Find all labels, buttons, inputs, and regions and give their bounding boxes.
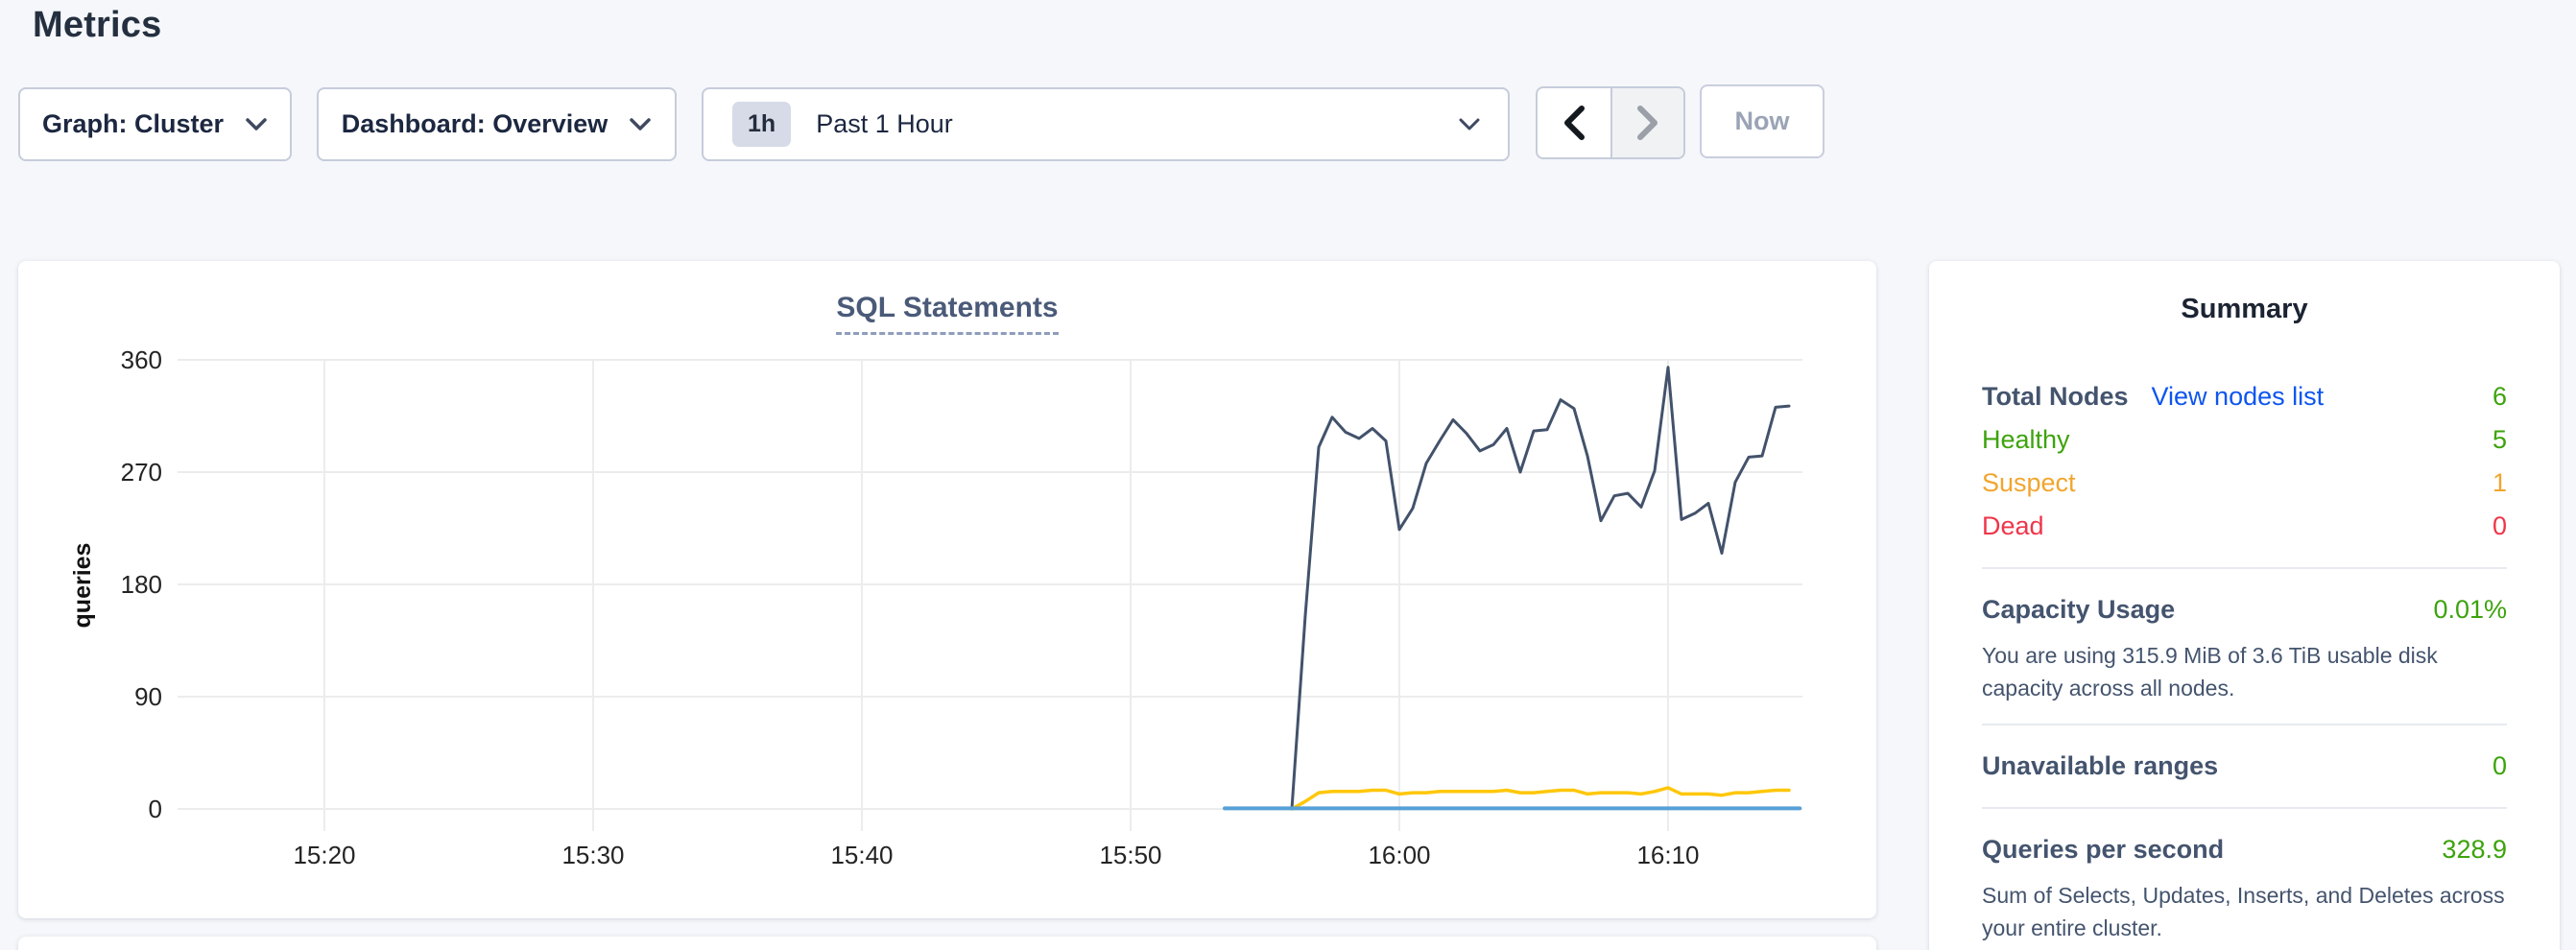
summary-heading: Summary bbox=[1982, 294, 2507, 325]
divider bbox=[1982, 567, 2507, 569]
time-range-badge: 1h bbox=[732, 102, 791, 147]
chevron-down-icon bbox=[1458, 117, 1481, 131]
svg-text:15:20: 15:20 bbox=[293, 841, 355, 869]
svg-text:90: 90 bbox=[134, 682, 162, 711]
chart-title[interactable]: SQL Statements bbox=[836, 292, 1058, 335]
unavailable-ranges-value: 0 bbox=[2493, 745, 2507, 788]
chevron-down-icon bbox=[245, 117, 268, 131]
total-nodes-label: Total Nodes bbox=[1982, 375, 2129, 418]
time-range-dropdown[interactable]: 1h Past 1 Hour bbox=[702, 87, 1510, 161]
chevron-down-icon bbox=[629, 117, 652, 131]
step-back-button[interactable] bbox=[1538, 88, 1610, 157]
chevron-right-icon bbox=[1635, 105, 1660, 141]
next-chart-card bbox=[18, 937, 1876, 950]
now-button[interactable]: Now bbox=[1700, 84, 1825, 158]
total-nodes-row: Total Nodes View nodes list 6 bbox=[1982, 375, 2507, 418]
dead-nodes-row: Dead 0 bbox=[1982, 505, 2507, 548]
capacity-usage-value: 0.01% bbox=[2433, 588, 2507, 631]
capacity-usage-description: You are using 315.9 MiB of 3.6 TiB usabl… bbox=[1982, 639, 2507, 704]
series-yellow bbox=[1292, 788, 1789, 809]
total-nodes-value: 6 bbox=[2493, 375, 2507, 418]
dead-label: Dead bbox=[1982, 505, 2044, 548]
queries-per-second-row: Queries per second 328.9 bbox=[1982, 828, 2507, 871]
graph-scope-dropdown[interactable]: Graph: Cluster bbox=[18, 87, 292, 161]
dead-value: 0 bbox=[2493, 505, 2507, 548]
suspect-value: 1 bbox=[2493, 462, 2507, 505]
capacity-usage-row: Capacity Usage 0.01% bbox=[1982, 588, 2507, 631]
time-step-buttons bbox=[1536, 86, 1685, 159]
svg-text:15:50: 15:50 bbox=[1099, 841, 1161, 869]
svg-text:15:40: 15:40 bbox=[830, 841, 893, 869]
suspect-label: Suspect bbox=[1982, 462, 2076, 505]
dashboard-dropdown[interactable]: Dashboard: Overview bbox=[317, 87, 677, 161]
graph-scope-dropdown-label: Graph: Cluster bbox=[42, 109, 224, 139]
chevron-left-icon bbox=[1562, 105, 1586, 141]
summary-panel: Summary Total Nodes View nodes list 6 He… bbox=[1929, 261, 2560, 950]
svg-text:0: 0 bbox=[149, 795, 162, 823]
svg-text:queries: queries bbox=[69, 543, 96, 629]
healthy-value: 5 bbox=[2493, 418, 2507, 462]
queries-per-second-value: 328.9 bbox=[2442, 828, 2507, 871]
svg-text:16:00: 16:00 bbox=[1368, 841, 1430, 869]
sql-statements-chart-card: 0 90 180 270 360 15:20 15:30 15:40 15:50 16:00 16:… bbox=[18, 261, 1876, 918]
svg-text:270: 270 bbox=[121, 458, 162, 487]
suspect-nodes-row: Suspect 1 bbox=[1982, 462, 2507, 505]
svg-text:180: 180 bbox=[121, 570, 162, 599]
divider bbox=[1982, 807, 2507, 809]
dashboard-dropdown-label: Dashboard: Overview bbox=[342, 109, 608, 139]
unavailable-ranges-label: Unavailable ranges bbox=[1982, 745, 2218, 788]
divider bbox=[1982, 724, 2507, 725]
healthy-label: Healthy bbox=[1982, 418, 2070, 462]
queries-per-second-description: Sum of Selects, Updates, Inserts, and De… bbox=[1982, 879, 2507, 944]
view-nodes-list-link[interactable]: View nodes list bbox=[2152, 375, 2325, 418]
svg-text:16:10: 16:10 bbox=[1636, 841, 1699, 869]
svg-text:15:30: 15:30 bbox=[561, 841, 624, 869]
series-dark-navy bbox=[1292, 368, 1789, 809]
time-range-label: Past 1 Hour bbox=[816, 109, 953, 139]
unavailable-ranges-row: Unavailable ranges 0 bbox=[1982, 745, 2507, 788]
capacity-usage-label: Capacity Usage bbox=[1982, 588, 2175, 631]
svg-text:360: 360 bbox=[121, 345, 162, 374]
sql-statements-chart[interactable]: 0 90 180 270 360 15:20 15:30 15:40 15:50 16:00 16:… bbox=[18, 261, 1876, 894]
healthy-nodes-row: Healthy 5 bbox=[1982, 418, 2507, 462]
step-forward-button[interactable] bbox=[1610, 88, 1683, 157]
queries-per-second-label: Queries per second bbox=[1982, 828, 2224, 871]
page-title: Metrics bbox=[33, 5, 161, 46]
